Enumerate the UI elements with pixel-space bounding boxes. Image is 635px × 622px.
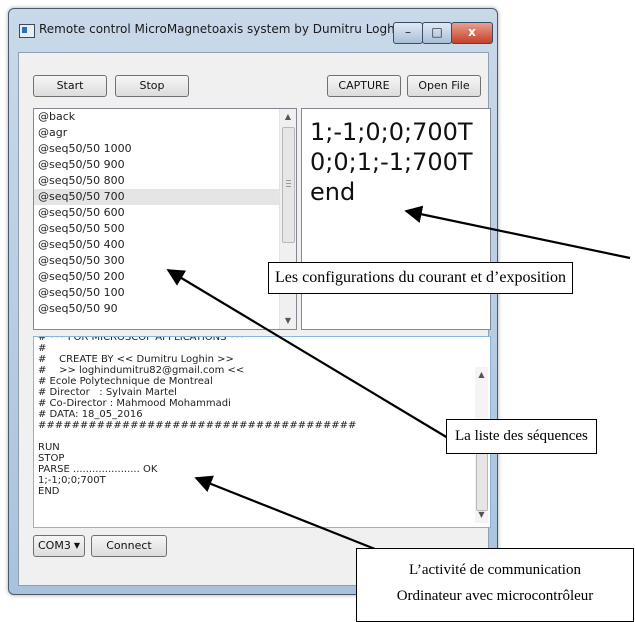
config-annotation: Les configurations du courant et d’expos… — [268, 262, 574, 294]
communication-annotation-line1: L’activité de communication — [409, 562, 581, 578]
config-annotation-arrow — [404, 205, 631, 260]
sequence-annotation-text: La liste des séquences — [455, 428, 588, 444]
communication-annotation: L’activité de communication Ordinateur a… — [356, 548, 634, 622]
sequence-annotation: La liste des séquences — [446, 419, 597, 454]
annotation-arrows — [166, 205, 631, 551]
communication-annotation-line2: Ordinateur avec microcontrôleur — [396, 588, 594, 604]
sequence-annotation-arrow — [166, 269, 449, 439]
communication-annotation-arrow — [194, 475, 376, 551]
config-annotation-text: Les configurations du courant et d’expos… — [275, 269, 567, 286]
